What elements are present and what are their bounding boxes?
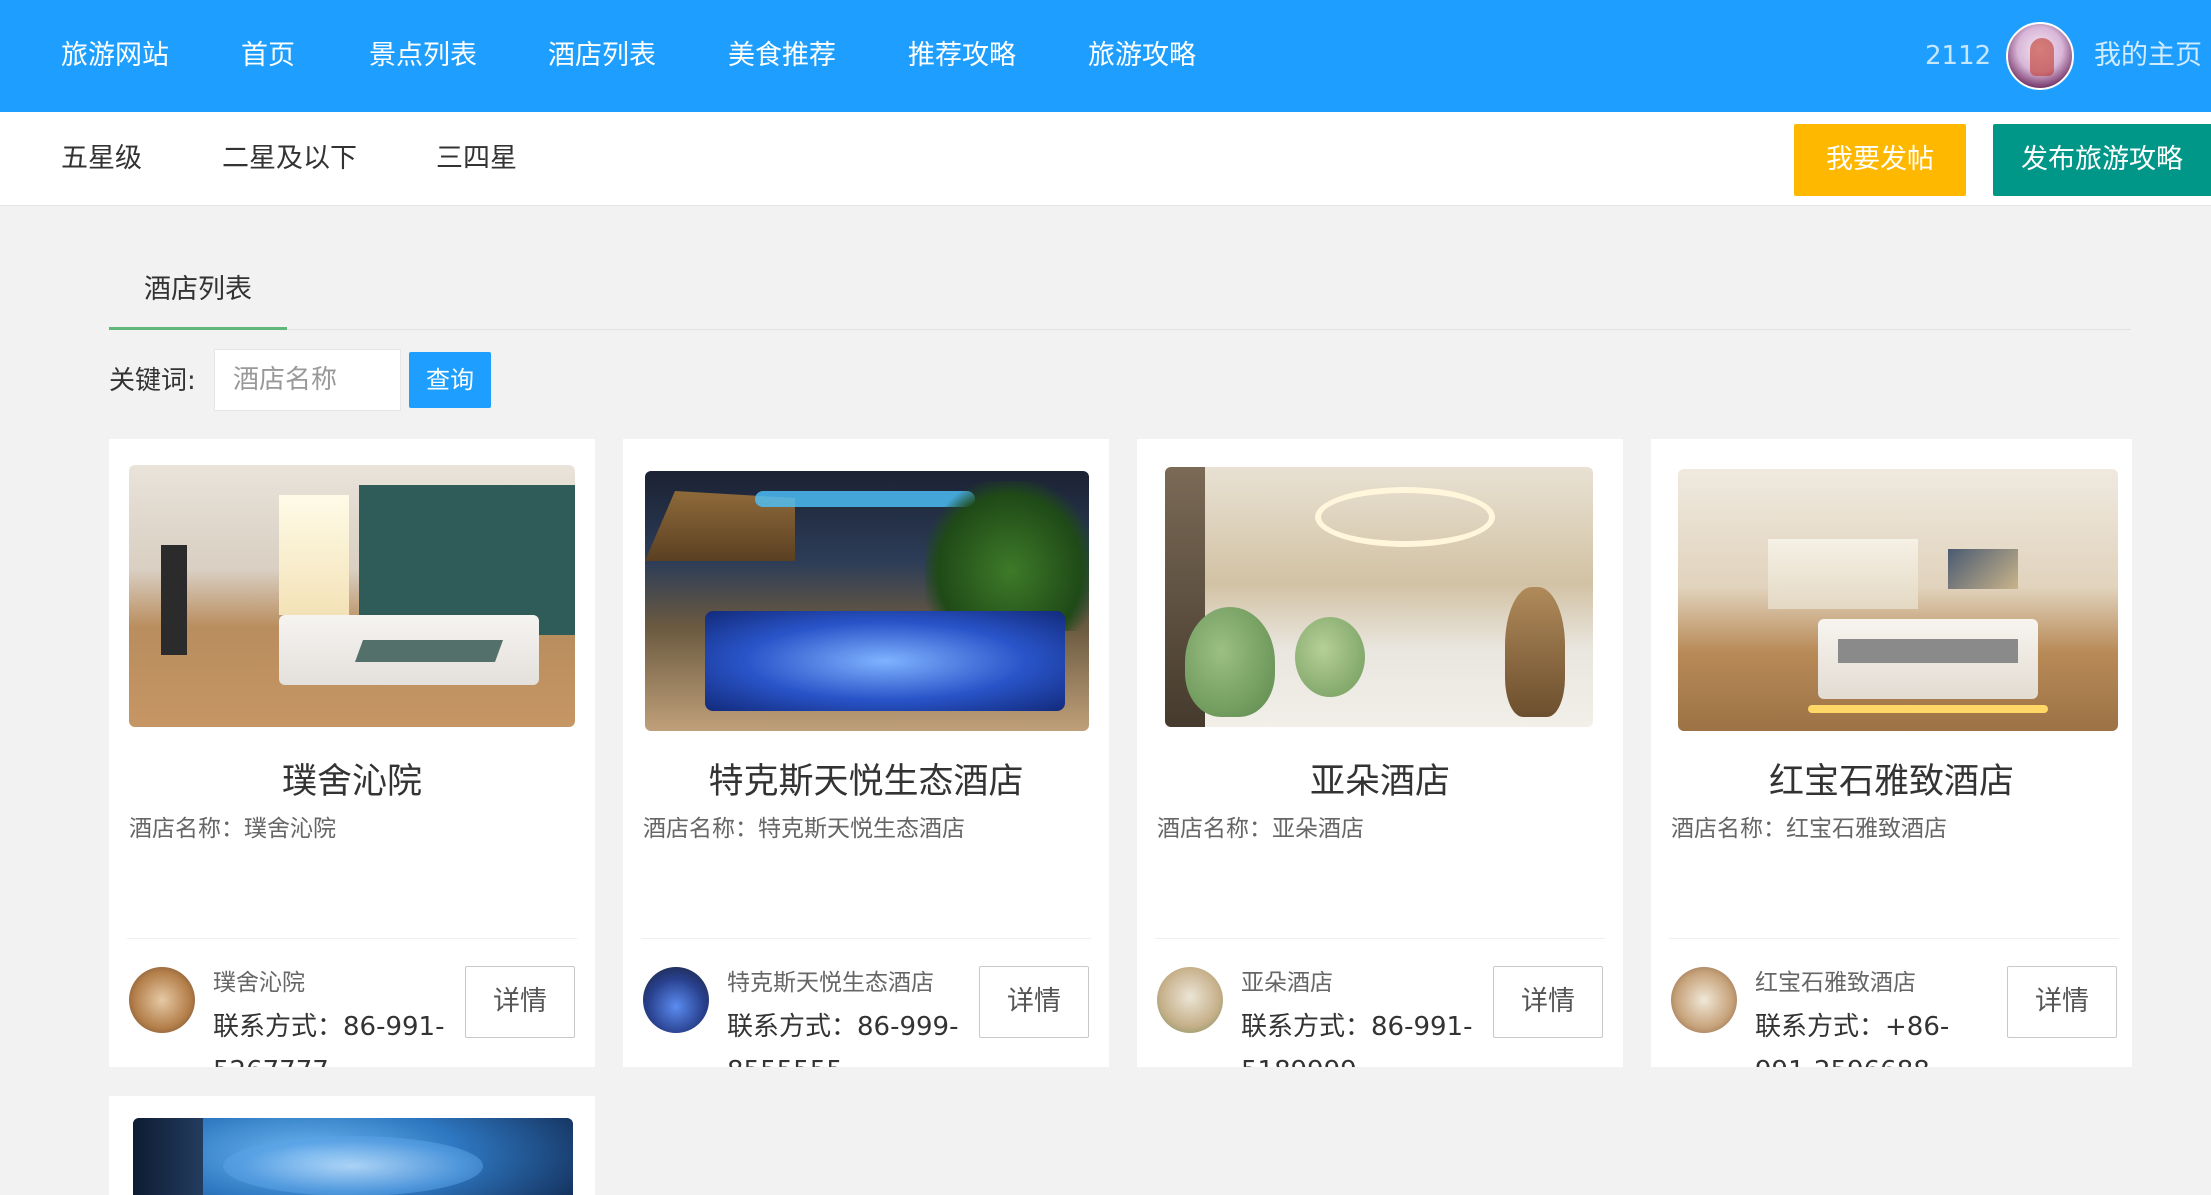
nav-item-home[interactable]: 首页 <box>241 0 295 112</box>
detail-button[interactable]: 详情 <box>1493 966 1603 1038</box>
hotel-footer-name: 特克斯天悦生态酒店 <box>727 970 934 996</box>
filter-bar: 五星级 二星及以下 三四星 我要发帖 发布旅游攻略 <box>0 112 2211 206</box>
nav-item-hotels[interactable]: 酒店列表 <box>548 0 656 112</box>
hotel-thumbnail <box>129 967 195 1033</box>
hotel-contact: 联系方式：86-991-5189999 <box>1241 1012 1473 1067</box>
detail-button[interactable]: 详情 <box>2007 966 2117 1038</box>
tab-bar: 酒店列表 <box>109 262 2131 330</box>
filter-three-four-star[interactable]: 三四星 <box>436 112 517 206</box>
hotel-card: 红宝石雅致酒店 酒店名称：红宝石雅致酒店 红宝石雅致酒店 联系方式：+86-99… <box>1651 439 2132 1067</box>
hotel-card: 特克斯天悦生态酒店 酒店名称：特克斯天悦生态酒店 特克斯天悦生态酒店 联系方式：… <box>623 439 1109 1067</box>
filter-five-star[interactable]: 五星级 <box>61 112 142 206</box>
hotel-card: 璞舍沁院 酒店名称：璞舍沁院 璞舍沁院 联系方式：86-991-5267777 … <box>109 439 595 1067</box>
hotel-footer-name: 亚朵酒店 <box>1241 970 1333 996</box>
hotel-title[interactable]: 璞舍沁院 <box>109 753 595 804</box>
user-avatar[interactable] <box>2006 22 2074 90</box>
detail-button[interactable]: 详情 <box>979 966 1089 1038</box>
user-id-label: 2112 <box>1925 41 1992 71</box>
nav-item-attractions[interactable]: 景点列表 <box>369 0 477 112</box>
hotel-contact: 联系方式：+86-991-2596688 <box>1755 1012 1950 1067</box>
create-post-button[interactable]: 我要发帖 <box>1794 124 1966 196</box>
hotel-title[interactable]: 红宝石雅致酒店 <box>1651 753 2132 804</box>
hotel-desc: 酒店名称：红宝石雅致酒店 <box>1671 816 1947 842</box>
hotel-contact: 联系方式：86-991-5267777 <box>213 1012 445 1067</box>
hotel-thumbnail <box>1671 967 1737 1033</box>
publish-guide-button[interactable]: 发布旅游攻略 <box>1993 124 2211 196</box>
keyword-label: 关键词: <box>109 366 196 396</box>
hotel-room-photo[interactable] <box>1678 469 2118 731</box>
tab-hotel-list[interactable]: 酒店列表 <box>109 262 287 330</box>
hotel-card-partial <box>109 1096 595 1195</box>
hotel-contact: 联系方式：86-999-8555555 <box>727 1012 959 1067</box>
card-divider <box>127 938 577 939</box>
indoor-pool-photo[interactable] <box>645 471 1089 731</box>
hotel-name-search-input[interactable] <box>214 349 401 411</box>
hotel-photo[interactable] <box>133 1118 573 1195</box>
my-home-link[interactable]: 我的主页 <box>2094 0 2202 112</box>
nav-item-recommended-guides[interactable]: 推荐攻略 <box>908 0 1016 112</box>
hotel-room-photo[interactable] <box>129 465 575 727</box>
hotel-card: 亚朵酒店 酒店名称：亚朵酒店 亚朵酒店 联系方式：86-991-5189999 … <box>1137 439 1623 1067</box>
hotel-desc: 酒店名称：璞舍沁院 <box>129 816 336 842</box>
query-button[interactable]: 查询 <box>409 352 491 408</box>
nav-item-food[interactable]: 美食推荐 <box>728 0 836 112</box>
card-divider <box>1155 938 1605 939</box>
hotel-thumbnail <box>643 967 709 1033</box>
card-divider <box>1669 938 2119 939</box>
detail-button[interactable]: 详情 <box>465 966 575 1038</box>
hotel-thumbnail <box>1157 967 1223 1033</box>
filter-two-star-below[interactable]: 二星及以下 <box>222 112 357 206</box>
card-divider <box>641 938 1091 939</box>
lobby-photo[interactable] <box>1165 467 1593 727</box>
hotel-desc: 酒店名称：亚朵酒店 <box>1157 816 1364 842</box>
hotel-footer-name: 璞舍沁院 <box>213 970 305 996</box>
top-nav-bar: 旅游网站 首页 景点列表 酒店列表 美食推荐 推荐攻略 旅游攻略 2112 我的… <box>0 0 2211 112</box>
hotel-footer-name: 红宝石雅致酒店 <box>1755 970 1916 996</box>
hotel-title[interactable]: 特克斯天悦生态酒店 <box>623 753 1109 804</box>
hotel-desc: 酒店名称：特克斯天悦生态酒店 <box>643 816 965 842</box>
brand-link[interactable]: 旅游网站 <box>61 0 169 112</box>
nav-item-travel-guides[interactable]: 旅游攻略 <box>1088 0 1196 112</box>
hotel-title[interactable]: 亚朵酒店 <box>1137 753 1623 804</box>
